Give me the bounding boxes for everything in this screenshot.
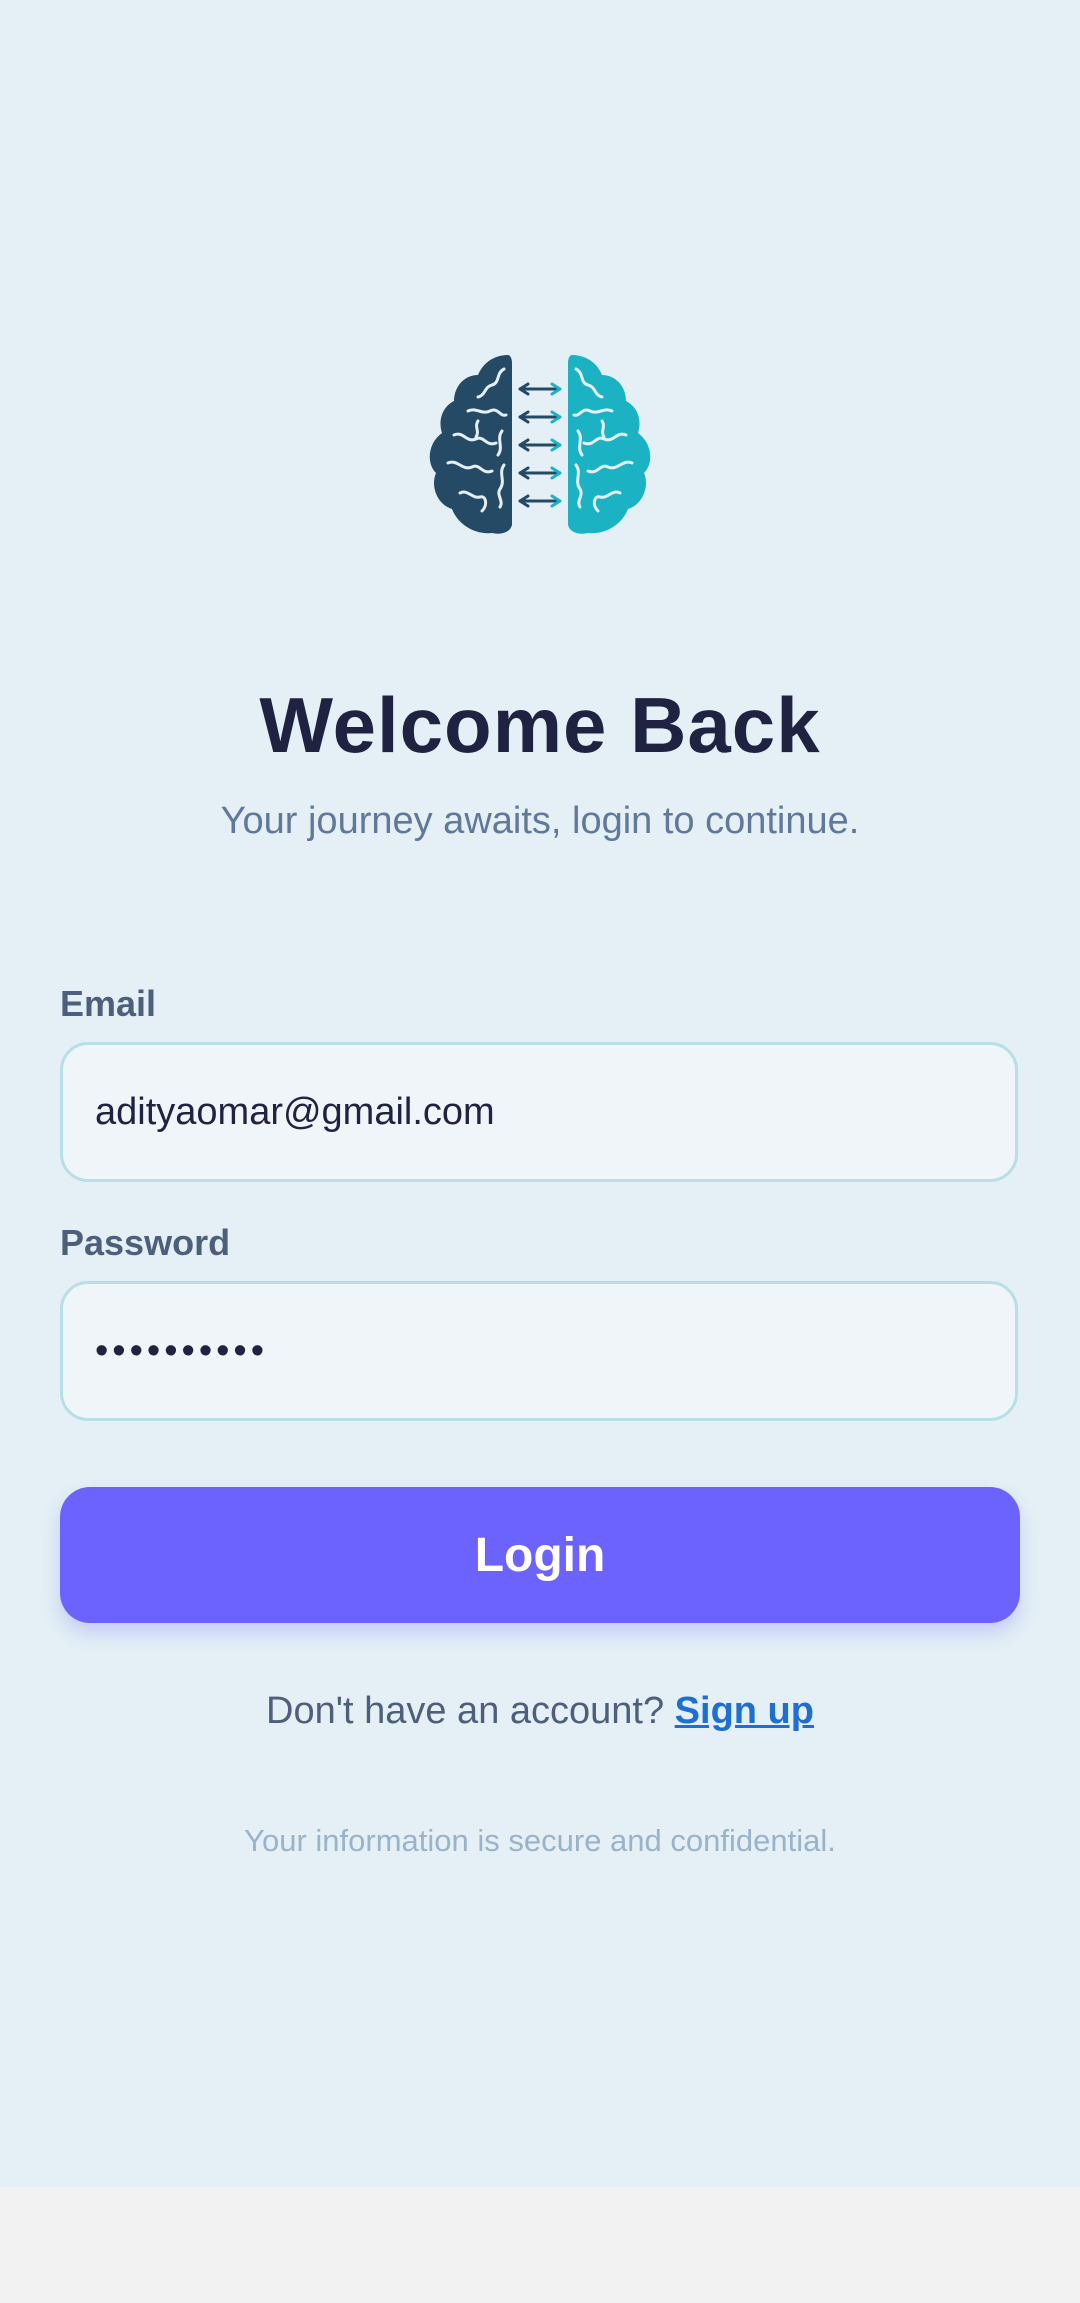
page-title: Welcome Back: [259, 681, 821, 769]
login-button[interactable]: Login: [60, 1487, 1020, 1623]
password-label: Password: [60, 1222, 231, 1263]
brain-connection-icon: [420, 355, 660, 535]
signup-link[interactable]: Sign up: [675, 1690, 814, 1732]
page-subtitle: Your journey awaits, login to continue.: [220, 800, 860, 842]
email-field[interactable]: [60, 1042, 1018, 1182]
signup-prompt: Don't have an account?: [266, 1690, 665, 1732]
connection-arrow: [518, 466, 562, 480]
login-screen: Welcome Back Your journey awaits, login …: [0, 0, 1080, 2187]
password-field[interactable]: [60, 1281, 1018, 1421]
connection-arrow: [518, 382, 562, 396]
connection-arrow: [518, 494, 562, 508]
connection-arrow: [518, 438, 562, 452]
signup-row: Don't have an account? Sign up: [0, 1690, 1080, 1733]
security-note: Your information is secure and confident…: [244, 1823, 836, 1858]
connection-arrow: [518, 410, 562, 424]
email-label: Email: [60, 983, 157, 1024]
